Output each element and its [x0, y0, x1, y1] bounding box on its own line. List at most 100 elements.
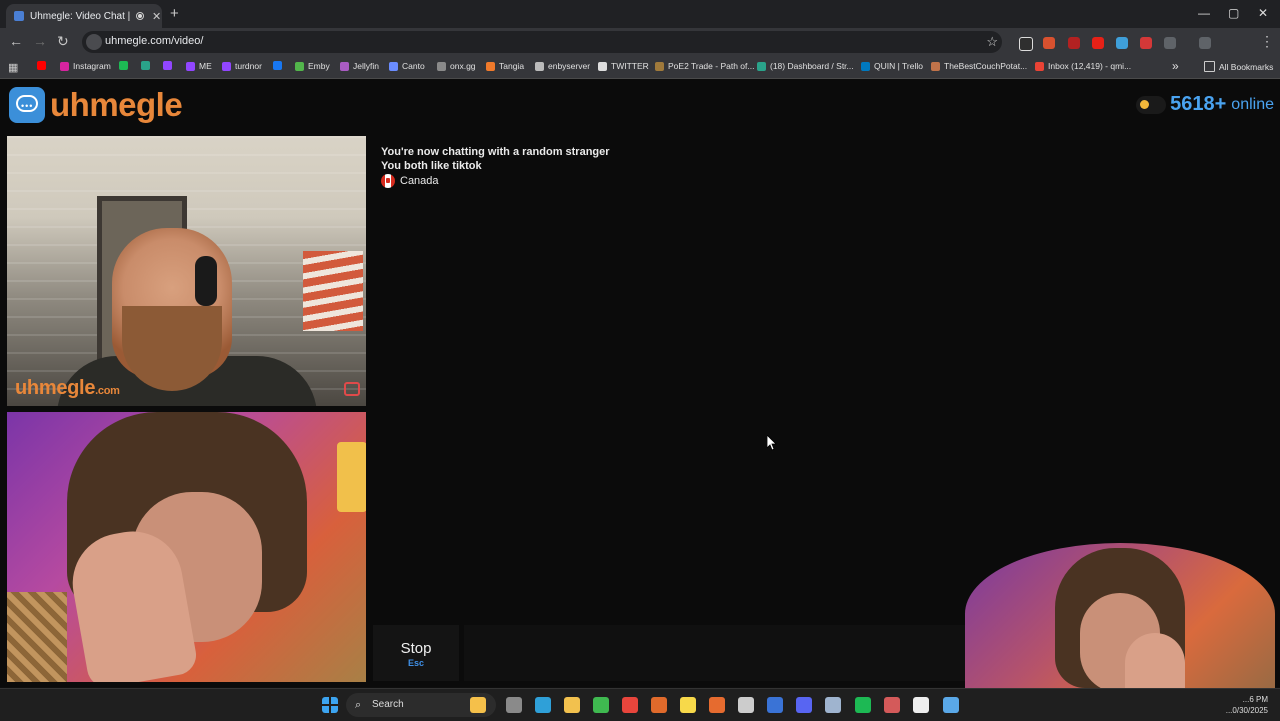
bookmark-item[interactable]: Inbox (12,419) - qmi... — [1035, 61, 1131, 71]
new-tab-button[interactable]: + — [170, 5, 179, 22]
extension-icon[interactable] — [1140, 37, 1152, 49]
canto-icon — [389, 61, 398, 71]
firefox-icon[interactable] — [709, 697, 725, 713]
folder-icon — [1204, 61, 1215, 72]
bookmark-item[interactable]: ME — [186, 61, 212, 71]
steam-icon[interactable] — [825, 697, 841, 713]
poe-icon — [655, 61, 664, 71]
capcut-icon[interactable] — [913, 697, 929, 713]
system-clock[interactable]: ...6 PM ...0/30/2025 — [1226, 694, 1268, 716]
search-icon: ⌕ — [355, 699, 362, 711]
bookmark-item[interactable]: Canto — [389, 61, 425, 71]
maximize-button[interactable]: ▢ — [1228, 6, 1239, 20]
bookmark-label: Emby — [308, 61, 330, 71]
bookmark-label: TWITTER — [611, 61, 649, 71]
windows-start-icon[interactable] — [322, 697, 338, 713]
discord-icon[interactable] — [796, 697, 812, 713]
calendar-icon[interactable] — [767, 697, 783, 713]
notepad-icon[interactable] — [943, 697, 959, 713]
bookmark-item[interactable]: Tangia — [486, 61, 524, 71]
browser-tabbar: Uhmegle: Video Chat | Ran ✕ + — ▢ ✕ — [0, 0, 1280, 28]
bookmark-item[interactable]: Emby — [295, 61, 330, 71]
online-label: online — [1231, 95, 1274, 113]
bookmark-item[interactable]: onx.gg — [437, 61, 476, 71]
facebook-icon — [273, 61, 282, 70]
bookmark-item[interactable]: turdnor — [222, 61, 262, 71]
extension-icon[interactable] — [1116, 37, 1128, 49]
play-icon[interactable] — [593, 697, 609, 713]
online-indicator: 5618+ online — [1136, 93, 1274, 116]
tab-title: Uhmegle: Video Chat | Ran — [30, 10, 132, 22]
close-window-button[interactable]: ✕ — [1258, 6, 1268, 20]
bookmark-item[interactable]: enbyserver — [535, 61, 590, 71]
apps-grid-icon[interactable]: ▦ — [8, 61, 18, 74]
stranger-country: Canada — [381, 174, 439, 188]
bookmark-label: onx.gg — [450, 61, 476, 71]
windows-taskbar: ⌕ Search ...6 PM ...0/30/2025 — [0, 688, 1280, 721]
forward-icon[interactable]: → — [33, 33, 47, 49]
couch-icon — [931, 61, 940, 71]
reload-icon[interactable]: ↻ — [57, 33, 69, 50]
sticky-notes-icon[interactable] — [680, 697, 696, 713]
tab-favicon — [14, 11, 24, 21]
browser-tab[interactable]: Uhmegle: Video Chat | Ran ✕ — [6, 4, 162, 28]
bookmark-item[interactable] — [273, 61, 286, 70]
back-icon[interactable]: ← — [9, 33, 23, 49]
system-message: You both like tiktok — [381, 160, 482, 172]
folder-icon[interactable] — [564, 697, 580, 713]
site-info-icon[interactable] — [86, 34, 102, 50]
mouse-cursor-icon — [767, 435, 777, 451]
spotify-icon[interactable] — [855, 697, 871, 713]
tangia-icon — [486, 61, 495, 71]
bookmark-label: Canto — [402, 61, 425, 71]
bookmark-item[interactable]: QUIN | Trello — [861, 61, 923, 71]
theme-toggle[interactable] — [1136, 95, 1167, 114]
bookmark-item[interactable] — [119, 61, 132, 70]
extension-icon[interactable] — [1068, 37, 1080, 49]
bookmark-item[interactable]: TheBestCouchPotat... — [931, 61, 1027, 71]
address-bar[interactable]: uhmegle.com/video/ ☆ — [82, 31, 1002, 53]
x-icon — [598, 61, 607, 71]
minimize-button[interactable]: — — [1198, 6, 1210, 20]
bookmark-item[interactable] — [37, 61, 50, 70]
stop-button[interactable]: Stop Esc — [373, 625, 459, 681]
report-flag-icon[interactable] — [344, 382, 360, 396]
bookmark-label: QUIN | Trello — [874, 61, 923, 71]
bookmark-star-icon[interactable]: ☆ — [986, 34, 998, 50]
search-label: Search — [372, 699, 404, 710]
chrome-icon[interactable] — [622, 697, 638, 713]
app-icon[interactable] — [738, 697, 754, 713]
site-logo[interactable]: ••• uhmegle — [9, 86, 183, 124]
bookmark-item[interactable]: Jellyfin — [340, 61, 379, 71]
app-icon[interactable] — [506, 697, 522, 713]
more-bookmarks-button[interactable]: » — [1172, 59, 1179, 73]
side-panel-icon[interactable] — [1199, 37, 1211, 49]
bookmark-item[interactable]: (18) Dashboard / Str... — [757, 61, 854, 71]
bookmark-label: (18) Dashboard / Str... — [770, 61, 854, 71]
stranger-headset — [195, 256, 217, 306]
menu-kebab-icon[interactable]: ⋮ — [1260, 33, 1274, 50]
extension-icon[interactable] — [1043, 37, 1055, 49]
extension-k-icon[interactable] — [1019, 37, 1033, 51]
dashboard-icon — [757, 61, 766, 71]
bookmark-item[interactable]: PoE2 Trade - Path of... — [655, 61, 754, 71]
all-bookmarks-button[interactable]: All Bookmarks — [1204, 61, 1273, 72]
background-couch — [7, 592, 67, 682]
bookmark-item[interactable] — [141, 61, 154, 70]
online-count: 5618+ — [1170, 93, 1227, 115]
youtube-icon — [37, 61, 46, 70]
logo-text: uhmegle — [50, 86, 183, 123]
extensions-puzzle-icon[interactable] — [1164, 37, 1176, 49]
bookmark-label: Jellyfin — [353, 61, 379, 71]
app-icon[interactable] — [884, 697, 900, 713]
bookmark-item[interactable]: Instagram — [60, 61, 111, 71]
bookmark-item[interactable]: TWITTER — [598, 61, 649, 71]
url-text: uhmegle.com/video/ — [105, 35, 204, 47]
extension-youtube-icon[interactable] — [1092, 37, 1104, 49]
bookmark-item[interactable] — [163, 61, 176, 70]
edge-icon[interactable] — [535, 697, 551, 713]
tab-close-button[interactable]: ✕ — [152, 10, 161, 23]
basketball-icon[interactable] — [651, 697, 667, 713]
file-explorer-icon[interactable] — [470, 697, 486, 713]
clock-time: ...6 PM — [1242, 695, 1268, 704]
